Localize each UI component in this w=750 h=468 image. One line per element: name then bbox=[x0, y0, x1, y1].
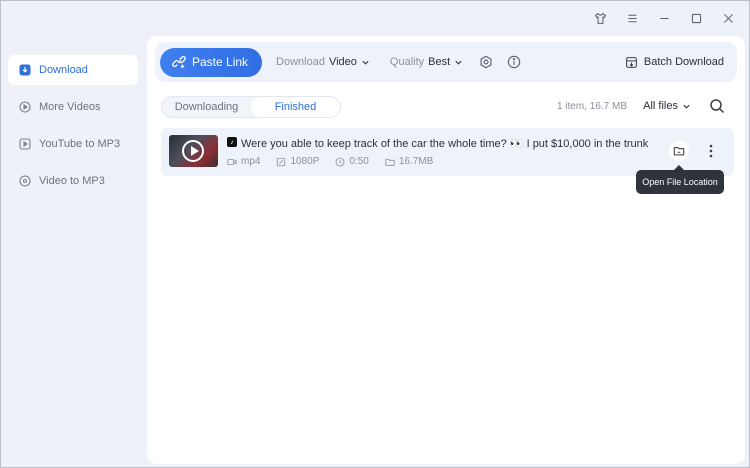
duration-value: 0:50 bbox=[349, 156, 369, 167]
folder-icon bbox=[673, 147, 685, 156]
duration-meta: 0:50 bbox=[335, 156, 369, 167]
clock-icon bbox=[335, 157, 345, 166]
play-icon bbox=[182, 140, 204, 162]
format-meta: mp4 bbox=[227, 156, 260, 167]
status-tabs: Downloading Finished bbox=[161, 96, 341, 118]
quality-dropdown[interactable]: Quality Best bbox=[390, 56, 463, 68]
sidebar-item-download[interactable]: Download bbox=[8, 55, 138, 85]
folder-icon bbox=[385, 158, 395, 166]
file-filter-label: All files bbox=[643, 100, 678, 112]
batch-download-label: Batch Download bbox=[643, 56, 724, 68]
batch-download-button[interactable]: Batch Download bbox=[625, 56, 724, 69]
video-thumbnail[interactable] bbox=[169, 135, 218, 167]
toolbar: Paste Link Download Video Quality Best B… bbox=[155, 42, 737, 82]
open-folder-button[interactable] bbox=[669, 141, 689, 161]
chevron-down-icon bbox=[455, 60, 462, 65]
sidebar-item-more-videos[interactable]: More Videos bbox=[8, 92, 138, 122]
more-vertical-icon bbox=[709, 144, 713, 158]
sidebar: Download More Videos YouTube to MP3 Vide… bbox=[8, 55, 138, 203]
paste-link-button[interactable]: Paste Link bbox=[160, 47, 263, 77]
items-summary: 1 item, 16.7 MB bbox=[556, 101, 627, 112]
resolution-meta: 1080P bbox=[276, 156, 319, 167]
tiktok-icon: ♪ bbox=[227, 137, 237, 147]
sidebar-item-label: Download bbox=[39, 64, 88, 76]
info-icon bbox=[507, 55, 521, 69]
link-icon bbox=[172, 56, 186, 69]
video-title: Were you able to keep track of the car t… bbox=[241, 138, 651, 150]
sidebar-item-youtube-to-mp3[interactable]: YouTube to MP3 bbox=[8, 129, 138, 159]
paste-link-label: Paste Link bbox=[192, 55, 249, 69]
download-type-dropdown[interactable]: Download Video bbox=[276, 56, 370, 68]
search-icon[interactable] bbox=[709, 98, 725, 114]
size-meta: 16.7MB bbox=[385, 156, 433, 167]
main-panel: Paste Link Download Video Quality Best B… bbox=[147, 36, 745, 464]
download-icon bbox=[19, 64, 31, 76]
close-icon[interactable] bbox=[719, 9, 737, 27]
info-button[interactable] bbox=[505, 53, 523, 71]
settings-button[interactable] bbox=[477, 53, 495, 71]
format-value: mp4 bbox=[241, 156, 261, 167]
tab-finished[interactable]: Finished bbox=[251, 97, 340, 117]
menu-icon[interactable] bbox=[623, 9, 641, 27]
play-square-icon bbox=[19, 138, 31, 150]
minimize-icon[interactable] bbox=[655, 9, 673, 27]
tooltip-open-file-location: Open File Location bbox=[636, 165, 724, 194]
video-meta: mp4 1080P 0:50 16.7MB bbox=[227, 156, 433, 167]
batch-download-icon bbox=[625, 56, 637, 68]
chevron-down-icon bbox=[362, 60, 369, 65]
sidebar-item-label: Video to MP3 bbox=[39, 175, 105, 187]
file-filter-dropdown[interactable]: All files bbox=[643, 100, 691, 112]
maximize-icon[interactable] bbox=[687, 9, 705, 27]
chevron-down-icon bbox=[683, 104, 690, 109]
quality-prefix: Quality bbox=[389, 56, 425, 68]
video-camera-icon bbox=[227, 158, 237, 165]
sidebar-item-video-to-mp3[interactable]: Video to MP3 bbox=[8, 166, 138, 196]
window-controls bbox=[591, 9, 737, 27]
gear-icon bbox=[480, 55, 492, 69]
tab-downloading[interactable]: Downloading bbox=[162, 97, 251, 117]
size-value: 16.7MB bbox=[398, 156, 434, 167]
music-disc-icon bbox=[19, 175, 31, 187]
sidebar-item-label: YouTube to MP3 bbox=[39, 138, 121, 150]
more-options-button[interactable] bbox=[703, 142, 719, 160]
play-circle-icon bbox=[19, 101, 31, 113]
quality-value: Best bbox=[428, 56, 451, 68]
download-type-value: Video bbox=[328, 56, 357, 68]
resolution-value: 1080P bbox=[290, 156, 320, 167]
shirt-icon[interactable] bbox=[591, 9, 609, 27]
sidebar-item-label: More Videos bbox=[39, 101, 101, 113]
download-type-prefix: Download bbox=[276, 56, 325, 68]
list-item[interactable]: ♪ Were you able to keep track of the car… bbox=[161, 128, 734, 176]
resolution-icon bbox=[277, 157, 286, 166]
